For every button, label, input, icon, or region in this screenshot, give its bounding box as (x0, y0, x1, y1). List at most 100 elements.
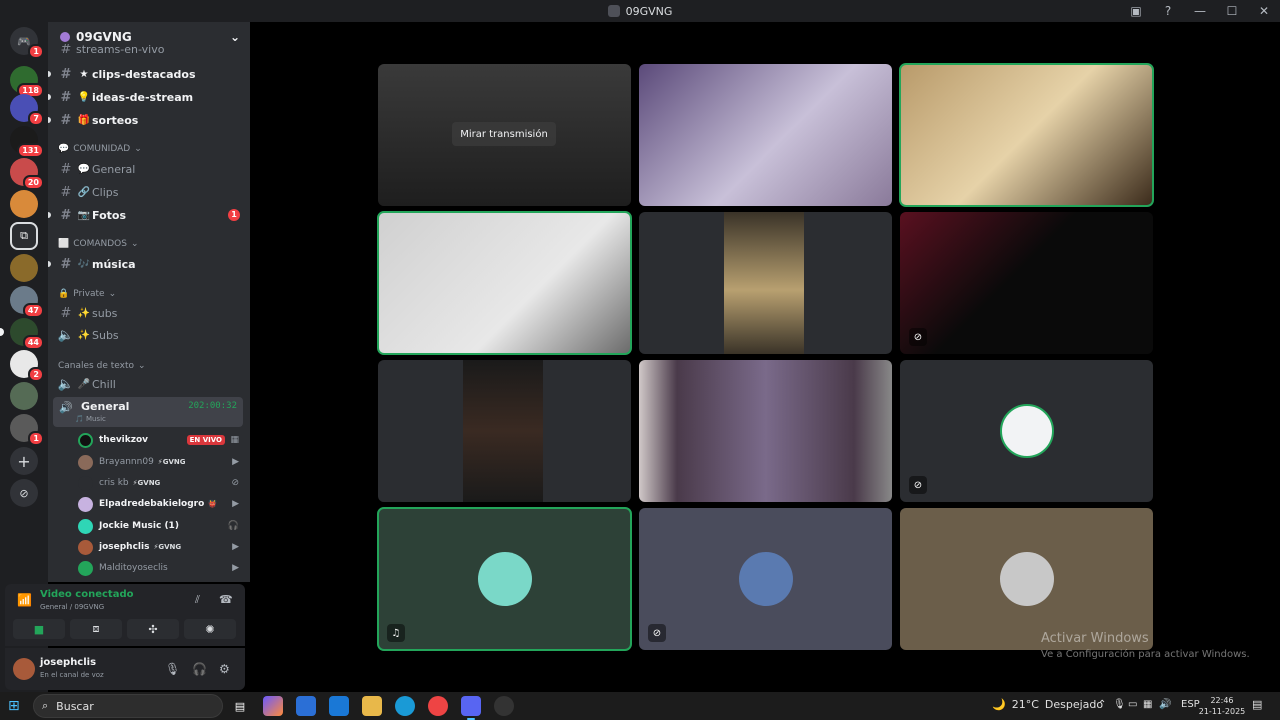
voice-user[interactable]: Jockie Music (1) 🎧 (78, 516, 243, 536)
server-icon[interactable]: 131 (10, 126, 44, 158)
camera-off-icon: ⊘ (231, 478, 239, 488)
channel-name: General (92, 162, 136, 176)
headphones-icon[interactable]: 🎧 (192, 662, 207, 676)
hash-icon: # (60, 44, 72, 54)
video-tile[interactable]: ⊘ (900, 212, 1153, 354)
voice-user[interactable]: thevikzov ▶ EN VIVO ▦ (78, 430, 243, 450)
active-voice-channel[interactable]: 🔊 General 🎵 Music 202:00:32 (53, 397, 243, 427)
category-canales-texto[interactable]: Canales de texto ⌄ (58, 361, 146, 371)
channel-subs-text[interactable]: # ✨ subs (56, 303, 246, 323)
server-icon[interactable] (10, 254, 38, 282)
channel-general-text[interactable]: # 💬 General (56, 159, 246, 179)
task-view-icon[interactable]: ▤ (230, 696, 250, 716)
minimize-button[interactable]: — (1184, 0, 1216, 22)
network-icon[interactable]: ▦ (1143, 699, 1152, 710)
home-badge: 1 (28, 44, 44, 59)
signal-icon[interactable]: 📶 (17, 593, 32, 607)
video-tile[interactable] (639, 64, 892, 206)
avatar-tile[interactable]: ⊘ (900, 360, 1153, 502)
server-icon[interactable]: 20 (10, 158, 44, 190)
copilot-icon[interactable] (263, 696, 283, 716)
server-icon[interactable]: 118 (10, 66, 44, 98)
edge-icon[interactable] (395, 696, 415, 716)
channel-clips-destacados[interactable]: # ★ clips-destacados (56, 64, 246, 84)
stream-tile[interactable]: Mirar transmisión (378, 64, 631, 206)
microphone-tray-icon[interactable]: 🎙 (1113, 699, 1126, 710)
server-icon[interactable]: 1 (10, 414, 44, 446)
live-badge: EN VIVO (186, 435, 225, 445)
screen-share-button[interactable]: ⧈ (70, 619, 122, 639)
file-explorer-icon[interactable] (362, 696, 382, 716)
chevron-down-icon[interactable]: ⌄ (230, 30, 240, 44)
maximize-button[interactable]: ☐ (1216, 0, 1248, 22)
windows-start-icon[interactable]: ⊞ (8, 698, 20, 714)
inbox-icon[interactable]: ▣ (1120, 0, 1152, 22)
channel-sorteos[interactable]: # 🎁 sorteos (56, 110, 246, 130)
channel-ideas-de-stream[interactable]: # 💡 ideas-de-stream (56, 87, 246, 107)
voice-user[interactable]: cris kb ⚡GVNG ⊘ (78, 473, 243, 493)
avatar[interactable] (13, 658, 35, 680)
help-icon[interactable]: ? (1152, 0, 1184, 22)
discord-taskbar-icon[interactable] (461, 696, 481, 720)
voice-user[interactable]: Brayannn09 ⚡GVNG ▶ (78, 452, 243, 472)
video-tile[interactable] (639, 360, 892, 502)
category-private[interactable]: 🔒 Private ⌄ (58, 289, 116, 299)
add-server-icon[interactable]: + (10, 447, 38, 475)
server-icon[interactable]: 2 (10, 350, 44, 382)
taskbar-search[interactable]: ⌕ Buscar (33, 694, 223, 718)
watch-stream-button[interactable]: Mirar transmisión (452, 122, 556, 146)
voice-user[interactable]: Malditoyoseclis ▶ (78, 558, 243, 578)
video-tile-speaking[interactable] (377, 211, 632, 355)
avatar-tile-speaking[interactable]: ♫ (377, 507, 632, 651)
channel-emoji: 💡 (77, 91, 91, 103)
user-name[interactable]: josephclis (40, 657, 96, 668)
soundboard-button[interactable]: ✺ (184, 619, 236, 639)
volume-icon[interactable]: 🔊 (1159, 699, 1171, 710)
video-tile[interactable] (639, 212, 892, 354)
explore-icon[interactable]: ⊘ (10, 479, 38, 507)
channel-item[interactable]: # streams-en-vivo (56, 44, 246, 54)
activities-button[interactable]: ✣ (127, 619, 179, 639)
channel-clips[interactable]: # 🔗 Clips (56, 182, 246, 202)
outlook-icon[interactable] (329, 696, 349, 716)
channel-musica[interactable]: # 🎶 música (56, 254, 246, 274)
chevron-up-icon[interactable]: ⌃ (1098, 699, 1106, 710)
voice-status-title[interactable]: Video conectado (40, 589, 133, 600)
voice-status-subtitle[interactable]: General / 09GVNG (40, 603, 104, 611)
disconnect-icon[interactable]: ☎ (219, 593, 233, 606)
server-icon[interactable]: 7 (10, 94, 44, 126)
language-indicator[interactable]: ESP (1181, 699, 1200, 710)
voice-user[interactable]: Elpadredebakielogro 👹 ▶ (78, 494, 243, 514)
server-icon[interactable]: 44 (10, 318, 44, 350)
avatar-tile[interactable] (900, 508, 1153, 650)
channel-chill[interactable]: 🔈 🎤 Chill (56, 374, 246, 394)
obs-icon[interactable] (494, 696, 514, 716)
app-tray-icon[interactable]: ▭ (1128, 699, 1137, 710)
store-icon[interactable] (296, 696, 316, 716)
camera-icon: ▶ (232, 542, 239, 552)
avatar-tile[interactable]: ⊘ (639, 508, 892, 650)
server-icon[interactable] (10, 382, 38, 410)
headphones-muted-icon: 🎧 (227, 521, 239, 531)
twitch-icon[interactable]: ⧉ (10, 222, 38, 250)
voice-user[interactable]: josephclis ⚡GVNG ▶ (78, 537, 243, 557)
clock[interactable]: 22:46 21-11-2025 (1198, 695, 1246, 717)
notification-icon[interactable]: ▤ (1252, 698, 1262, 711)
video-tile[interactable] (378, 360, 631, 502)
weather-widget[interactable]: 🌙 21°C Despejado (992, 698, 1103, 711)
selected-server-pill (0, 328, 4, 336)
close-button[interactable]: ✕ (1248, 0, 1280, 22)
server-icon[interactable]: 47 (10, 286, 44, 318)
channel-fotos[interactable]: # 📷 Fotos 1 (56, 205, 246, 225)
category-comandos[interactable]: ⬜ COMANDOS ⌄ (58, 239, 139, 249)
server-icon[interactable] (10, 190, 38, 218)
discord-home-icon[interactable]: 🎮 1 (10, 27, 44, 59)
camera-button[interactable]: ■ (13, 619, 65, 639)
category-comunidad[interactable]: 💬 COMUNIDAD ⌄ (58, 144, 142, 154)
gear-icon[interactable]: ⚙ (219, 662, 230, 676)
microphone-icon[interactable]: 🎙 (165, 662, 180, 676)
video-tile-speaking[interactable] (899, 63, 1154, 207)
chrome-icon[interactable] (428, 696, 448, 716)
channel-subs-voice[interactable]: 🔈 ✨ Subs (56, 325, 246, 345)
noise-suppression-icon[interactable]: ⫽ (195, 593, 200, 607)
